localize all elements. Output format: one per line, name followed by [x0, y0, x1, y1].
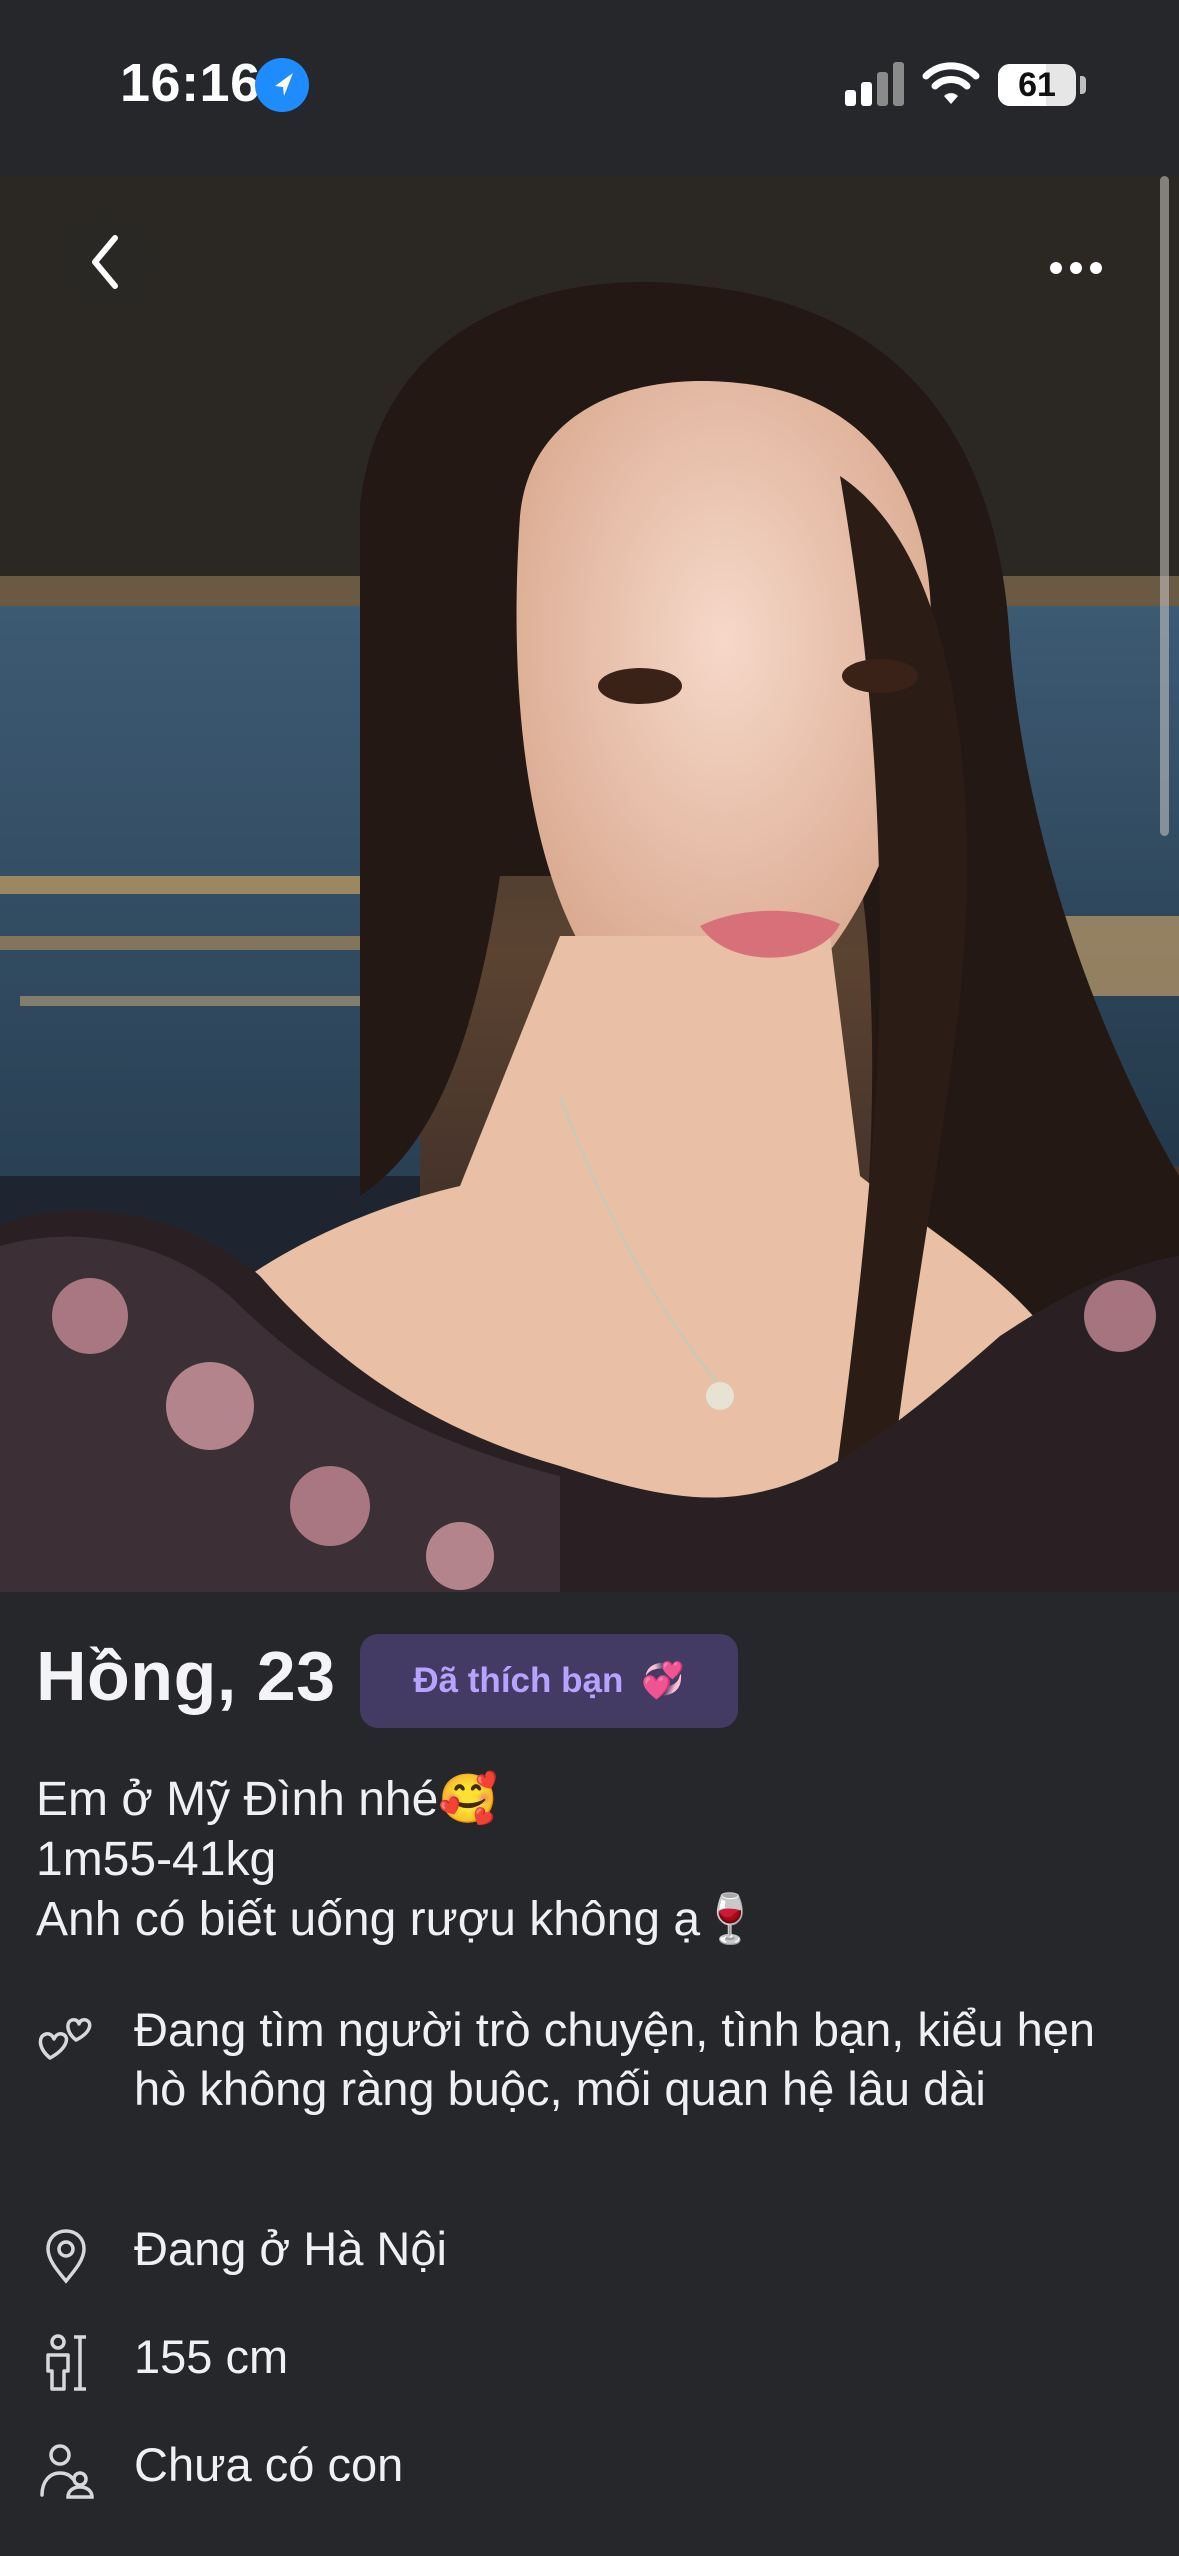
status-bar: 16:16 61 — [0, 0, 1179, 176]
detail-text: 155 cm — [134, 2330, 289, 2383]
profile-bio: Em ở Mỹ Đình nhé🥰 1m55-41kg Anh có biết … — [36, 1770, 760, 1950]
chevron-left-icon — [92, 235, 118, 289]
more-options-button[interactable] — [1030, 238, 1130, 298]
bio-line: Anh có biết uống rượu không ạ🍷 — [36, 1893, 760, 1946]
battery-tip — [1080, 76, 1086, 94]
hearts-emoji: 💞 — [641, 1661, 685, 1700]
wifi-icon — [922, 58, 980, 108]
more-horizontal-icon — [1050, 262, 1102, 274]
location-arrow-icon — [255, 58, 309, 112]
detail-text: Đang ở Hà Nội — [134, 2222, 447, 2275]
bio-line: Em ở Mỹ Đình nhé🥰 — [36, 1773, 499, 1826]
bio-line: 1m55-41kg — [36, 1833, 277, 1886]
profile-name-age: Hồng, 23 — [36, 1637, 336, 1715]
detail-text: Chưa có con — [134, 2438, 404, 2491]
battery-level-text: 61 — [1018, 66, 1056, 104]
battery-indicator: 61 — [998, 64, 1076, 106]
height-icon — [46, 2334, 86, 2391]
location-pin-icon — [46, 2229, 86, 2284]
detail-text: Đang tìm người trò chuyện, tình bạn, kiể… — [134, 2003, 1096, 2115]
scroll-indicator[interactable] — [1160, 176, 1169, 836]
cellular-signal-icon — [845, 60, 905, 106]
back-button[interactable] — [58, 212, 158, 312]
profile-photo[interactable] — [0, 176, 1179, 1592]
liked-you-label: Đã thích bạn — [413, 1661, 624, 1700]
status-time: 16:16 — [120, 53, 261, 113]
liked-you-badge: Đã thích bạn 💞 — [360, 1634, 738, 1728]
children-icon — [40, 2444, 94, 2499]
hearts-icon — [38, 2018, 92, 2060]
